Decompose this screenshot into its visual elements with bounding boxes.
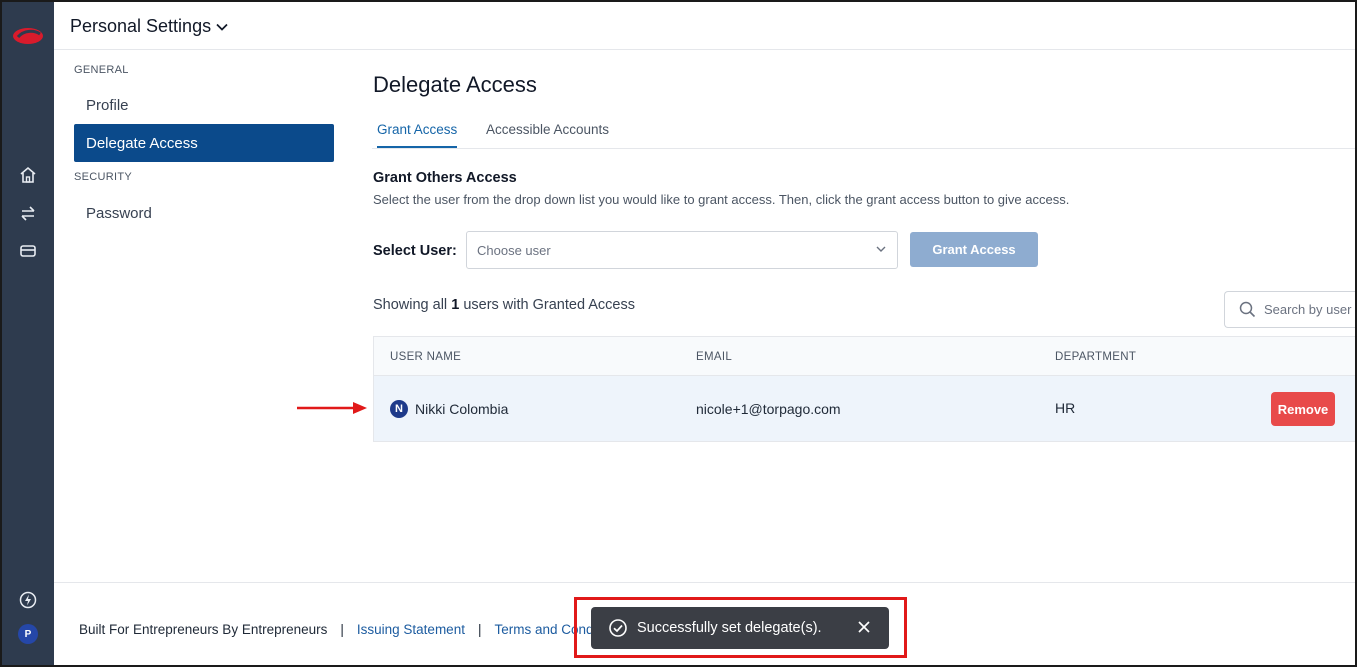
showing-count: 1: [451, 297, 460, 313]
home-icon[interactable]: [17, 164, 39, 186]
footer-separator: |: [477, 622, 482, 637]
nav-section-security: SECURITY: [74, 171, 133, 183]
search-icon: [1239, 301, 1256, 318]
footer-tagline: Built For Entrepreneurs By Entrepreneurs: [79, 622, 328, 637]
showing-suffix: users with Granted Access: [463, 297, 635, 313]
card-icon[interactable]: [17, 240, 39, 262]
chevron-down-icon: [876, 246, 886, 252]
email-cell: nicole+1@torpago.com: [696, 401, 841, 417]
showing-summary: Showing all 1 users with Granted Access: [373, 297, 635, 313]
table-row: N Nikki Colombia nicole+1@torpago.com HR…: [373, 376, 1355, 442]
issuing-statement-link[interactable]: Issuing Statement: [357, 622, 465, 637]
granted-users-table: USER NAME EMAIL DEPARTMENT N Nikki Colom…: [373, 336, 1355, 442]
user-avatar: N: [390, 400, 408, 418]
nav-section-general: GENERAL: [74, 64, 129, 76]
showing-prefix: Showing all: [373, 297, 448, 313]
sidebar-item-delegate-access[interactable]: Delegate Access: [74, 124, 334, 162]
sidebar-item-profile[interactable]: Profile: [74, 86, 334, 124]
column-header-user-name: USER NAME: [390, 351, 462, 363]
tab-bar: Grant Access Accessible Accounts: [372, 116, 1355, 149]
select-placeholder: Choose user: [477, 242, 551, 258]
success-toast: Successfully set delegate(s).: [591, 607, 889, 649]
transfer-icon[interactable]: [17, 202, 39, 224]
grant-description: Select the user from the drop down list …: [373, 192, 1070, 207]
close-icon[interactable]: [856, 619, 872, 635]
chevron-down-icon: [216, 23, 228, 31]
remove-button[interactable]: Remove: [1271, 392, 1335, 426]
footer-separator: |: [340, 622, 344, 637]
page-title: Personal Settings: [70, 16, 212, 36]
check-circle-icon: [609, 619, 627, 637]
column-header-department: DEPARTMENT: [1055, 351, 1137, 363]
top-bar: Personal Settings: [54, 2, 1355, 50]
department-cell: HR: [1055, 400, 1076, 416]
left-rail: P: [2, 2, 54, 665]
user-avatar[interactable]: P: [18, 624, 38, 644]
sidebar-item-password[interactable]: Password: [74, 194, 334, 232]
search-placeholder: Search by user name: [1264, 302, 1355, 317]
search-input[interactable]: Search by user name: [1224, 291, 1355, 328]
logo-icon[interactable]: [10, 24, 46, 48]
bolt-icon[interactable]: [17, 589, 39, 611]
app-window: P Personal Settings GENERAL Profile Dele…: [0, 0, 1357, 667]
section-title: Delegate Access: [373, 72, 537, 97]
user-name-cell: Nikki Colombia: [415, 401, 509, 417]
tab-accessible-accounts[interactable]: Accessible Accounts: [486, 122, 609, 146]
footer-links: Built For Entrepreneurs By Entrepreneurs…: [79, 622, 625, 637]
column-header-email: EMAIL: [696, 351, 733, 363]
grant-access-button[interactable]: Grant Access: [910, 232, 1038, 267]
settings-menu[interactable]: Personal Settings: [70, 16, 229, 37]
annotation-arrow-icon: [297, 402, 367, 414]
grant-heading: Grant Others Access: [373, 170, 517, 186]
table-header: USER NAME EMAIL DEPARTMENT: [373, 336, 1355, 376]
select-user-dropdown[interactable]: Choose user: [466, 231, 898, 269]
tab-grant-access[interactable]: Grant Access: [377, 122, 458, 148]
toast-message: Successfully set delegate(s).: [637, 620, 822, 636]
select-user-label: Select User:: [373, 243, 457, 259]
